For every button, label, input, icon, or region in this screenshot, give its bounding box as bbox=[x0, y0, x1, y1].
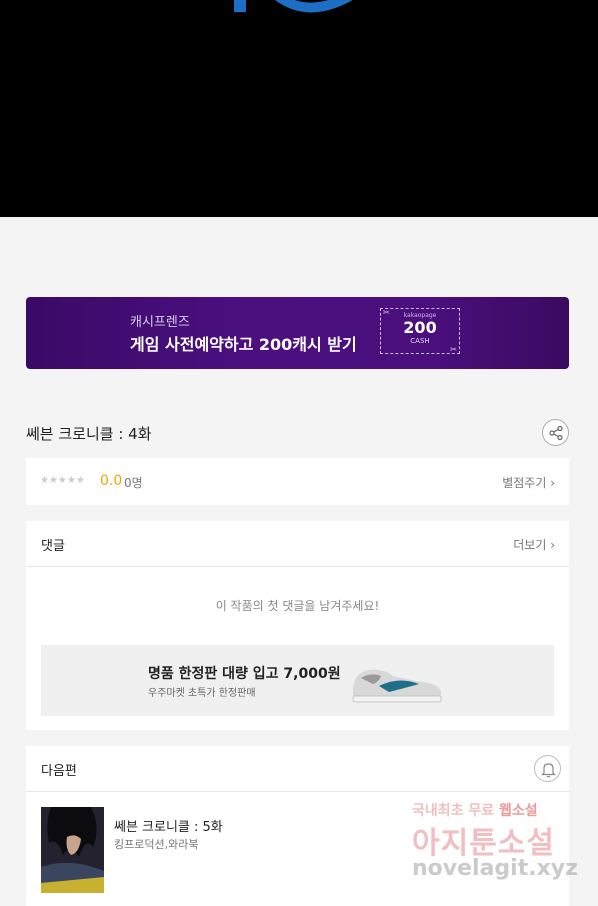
ad-title: 명품 한정판 대량 입고 7,000원 bbox=[148, 666, 341, 682]
coupon-amount: 200 bbox=[403, 318, 437, 337]
episode-image-bottom bbox=[0, 0, 598, 217]
banner-subtitle: 캐시프렌즈 bbox=[130, 315, 190, 330]
empty-comment-message: 이 작품의 첫 댓글을 남겨주세요! bbox=[215, 599, 380, 613]
watermark-prefix: 국내최초 무료 bbox=[412, 803, 495, 819]
ad-subtitle: 우주마켓 초특가 한정판매 bbox=[148, 688, 256, 699]
next-episode-author: 킹프로덕션,와라북 bbox=[114, 838, 199, 851]
watermark-line3: novelagit.xyz bbox=[412, 856, 578, 881]
rating-count: 0명 bbox=[124, 476, 143, 490]
title-logo-fragment bbox=[234, 0, 353, 13]
next-header: 다음편 bbox=[26, 746, 569, 792]
comment-title: 댓글 bbox=[41, 539, 65, 554]
thumbnail-image bbox=[41, 807, 104, 893]
watermark-highlight: 웹소설 bbox=[499, 803, 538, 819]
sneaker-image bbox=[352, 669, 442, 703]
rate-button[interactable]: 별점주기 › bbox=[502, 474, 555, 491]
next-section-title: 다음편 bbox=[41, 764, 77, 779]
next-episode-thumbnail[interactable] bbox=[41, 807, 104, 893]
cash-coupon: ✂ ✂ kakaopage 200 CASH bbox=[380, 308, 460, 354]
share-icon bbox=[549, 425, 563, 441]
comment-card: 댓글 더보기 › 이 작품의 첫 댓글을 남겨주세요! 명품 한정판 대량 입고… bbox=[26, 521, 569, 730]
bell-icon bbox=[541, 763, 556, 778]
notification-button[interactable] bbox=[534, 755, 561, 782]
coupon-unit: CASH bbox=[410, 337, 430, 345]
cash-friends-banner[interactable]: 캐시프렌즈 게임 사전예약하고 200캐시 받기 ✂ ✂ kakaopage 2… bbox=[26, 297, 569, 369]
rating-stars: ★★★★★ bbox=[40, 475, 85, 486]
next-episode-title[interactable]: 쎄븐 크로니클 : 5화 bbox=[114, 816, 223, 835]
watermark-line1: 국내최초 무료 웹소설 bbox=[412, 800, 538, 820]
rating-card: ★★★★★ 0.0 0명 별점주기 › bbox=[26, 458, 569, 505]
ad-banner[interactable]: 명품 한정판 대량 입고 7,000원 우주마켓 초특가 한정판매 bbox=[41, 645, 554, 716]
watermark: 국내최초 무료 웹소설 아지툰소설 novelagit.xyz bbox=[412, 800, 580, 888]
comment-header: 댓글 더보기 › bbox=[26, 521, 569, 567]
rating-score: 0.0 bbox=[100, 473, 123, 489]
scissor-icon: ✂ bbox=[383, 308, 390, 317]
share-button[interactable] bbox=[542, 419, 569, 446]
scissor-icon: ✂ bbox=[450, 345, 457, 354]
comment-more-link[interactable]: 더보기 › bbox=[513, 536, 555, 553]
episode-title: 쎄븐 크로니클 : 4화 bbox=[26, 425, 152, 443]
banner-title: 게임 사전예약하고 200캐시 받기 bbox=[130, 335, 357, 354]
